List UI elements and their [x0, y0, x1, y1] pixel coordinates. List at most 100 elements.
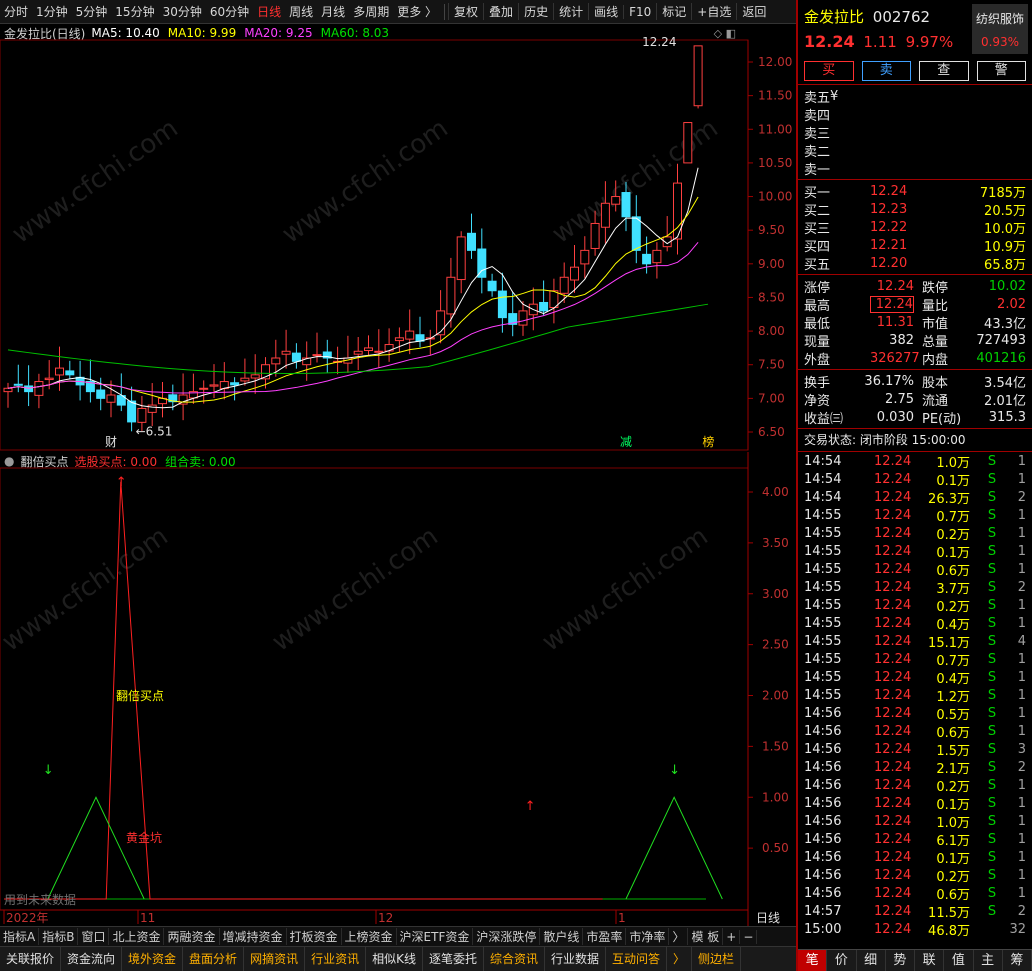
indicator-tab-0[interactable]: 指标A — [0, 928, 40, 945]
info-tab-7[interactable]: 逐笔委托 — [423, 946, 484, 971]
tick-volume: 1.2万 — [936, 689, 970, 705]
indicator-tab-9[interactable]: 沪深涨跌停 — [473, 928, 541, 945]
indicator-tab-13[interactable]: 〉 — [669, 928, 689, 945]
level-label: 卖一 — [804, 162, 831, 178]
period-toolbar: 分时 1分钟 5分钟 15分钟 30分钟 60分钟 日线 周线 月线 多周期 更多 〉复权 叠加 历史统… — [0, 0, 796, 24]
tool-button-1[interactable]: 叠加 — [483, 3, 518, 20]
tool-button-8[interactable]: 返回 — [736, 3, 771, 20]
indicator-tab-1[interactable]: 指标B — [39, 928, 79, 945]
stock-code: 002762 — [872, 8, 931, 26]
period-tab-6[interactable]: 日线 — [253, 3, 285, 20]
indicator-chart-panel[interactable]: ● 翻倍买点 选股买点: 0.00 组合卖: 0.00 4.00 3.50 3.00 2… — [0, 452, 796, 926]
candle-body — [642, 253, 652, 265]
indicator-tab-8[interactable]: 沪深ETF资金 — [397, 928, 474, 945]
tick-price: 12.24 — [874, 831, 912, 847]
indicator-tab-12[interactable]: 市净率 — [626, 928, 670, 945]
indicator-tab-16[interactable]: − — [740, 929, 758, 944]
info-tab-0[interactable]: 关联报价 — [0, 946, 62, 971]
info-tab-11[interactable]: 〉 — [667, 946, 693, 971]
period-tab-2[interactable]: 5分钟 — [72, 3, 112, 20]
tool-button-4[interactable]: 画线 — [588, 3, 623, 20]
info-tab-3[interactable]: 盘面分析 — [183, 946, 245, 971]
tick-row: 14:55 12.24 0.4万 S 1 — [804, 668, 1026, 687]
tick-time: 14:55 — [804, 597, 842, 613]
candle-body — [96, 389, 106, 399]
trade-button-1[interactable]: 卖 — [861, 61, 911, 81]
tick-side: S — [987, 777, 997, 793]
period-tab-4[interactable]: 30分钟 — [159, 3, 206, 20]
tick-price: 12.24 — [874, 759, 912, 775]
tick-side: S — [987, 633, 997, 649]
event-marker: 榜 — [702, 434, 714, 449]
period-tab-10[interactable]: 更多 〉 — [393, 3, 441, 20]
info-tab-2[interactable]: 境外资金 — [122, 946, 184, 971]
detail-tab-0[interactable]: 笔 — [798, 950, 828, 971]
tool-button-6[interactable]: 标记 — [656, 3, 691, 20]
indicator-tab-14[interactable]: 模 板 — [688, 928, 724, 945]
date-label: 12 — [378, 911, 393, 925]
detail-tab-5[interactable]: 值 — [944, 950, 974, 971]
price-tick-label: 6.50 — [758, 425, 785, 439]
tool-button-2[interactable]: 历史 — [518, 3, 553, 20]
level-price: 12.23 — [870, 201, 908, 217]
detail-tab-4[interactable]: 联 — [915, 950, 945, 971]
price-tick-label: 7.00 — [758, 391, 785, 405]
info-tab-1[interactable]: 资金流向 — [61, 946, 123, 971]
period-tab-9[interactable]: 多周期 — [349, 3, 393, 20]
tick-price: 12.24 — [874, 453, 912, 469]
trade-button-0[interactable]: 买 — [804, 61, 854, 81]
period-tab-8[interactable]: 月线 — [317, 3, 349, 20]
indicator-tab-4[interactable]: 两融资金 — [164, 928, 220, 945]
info-tab-10[interactable]: 互动问答 — [606, 946, 668, 971]
tick-list[interactable]: 14:54 12.24 1.0万 S 1 14:54 12.24 0.1万 S 1 14:54 12.… — [798, 452, 1032, 939]
tick-side: S — [987, 579, 997, 595]
period-tab-0[interactable]: 分时 — [0, 3, 32, 20]
tool-button-5[interactable]: F10 — [623, 4, 656, 19]
industry-badge[interactable]: 纺织服饰 0.93% — [972, 4, 1028, 54]
tool-button-3[interactable]: 统计 — [553, 3, 588, 20]
tool-button-0[interactable]: 复权 — [448, 3, 483, 20]
info-tab-5[interactable]: 行业资讯 — [305, 946, 367, 971]
tick-side: S — [987, 471, 997, 487]
period-tab-3[interactable]: 15分钟 — [111, 3, 158, 20]
indicator-tab-2[interactable]: 窗口 — [78, 928, 110, 945]
info-tab-9[interactable]: 行业数据 — [545, 946, 607, 971]
candle-body — [570, 266, 579, 281]
indicator-tab-7[interactable]: 上榜资金 — [342, 928, 397, 945]
indicator-tab-3[interactable]: 北上资金 — [109, 928, 165, 945]
detail-tab-6[interactable]: 主 — [974, 950, 1003, 971]
price-tick-label: 10.50 — [758, 156, 792, 170]
trade-button-3[interactable]: 警 — [976, 61, 1026, 81]
stat-row: 外盘 326277 内盘 401216 — [804, 349, 1026, 368]
indicator-tab-5[interactable]: 增减持资金 — [220, 928, 287, 945]
period-tab-7[interactable]: 周线 — [285, 3, 317, 20]
detail-tab-2[interactable]: 细 — [857, 950, 886, 971]
tick-price: 12.24 — [874, 651, 912, 667]
tool-button-7[interactable]: +自选 — [691, 3, 736, 20]
detail-tab-3[interactable]: 势 — [886, 950, 915, 971]
indicator-tab-11[interactable]: 市盈率 — [583, 928, 627, 945]
sell-level-row: 卖五 ¥ — [804, 87, 1026, 106]
info-tab-12[interactable]: 侧边栏 — [692, 946, 742, 971]
kline-chart-panel[interactable]: 金发拉比(日线) MA5: 10.40 MA10: 9.99 MA20: 9.25 M… — [0, 24, 796, 452]
tick-side: S — [987, 669, 997, 685]
stat-label: 涨停 — [804, 280, 831, 296]
level-price: 12.20 — [870, 255, 908, 271]
detail-tab-1[interactable]: 价 — [827, 950, 857, 971]
trade-button-2[interactable]: 查 — [919, 61, 969, 81]
tick-time: 14:55 — [804, 561, 842, 577]
indicator-tab-10[interactable]: 散户线 — [540, 928, 584, 945]
period-tab-1[interactable]: 1分钟 — [32, 3, 72, 20]
info-tab-8[interactable]: 综合资讯 — [484, 946, 545, 971]
tick-row: 14:57 12.24 11.5万 S 2 — [804, 902, 1026, 921]
info-tab-4[interactable]: 网摘资讯 — [244, 946, 306, 971]
candle-body — [631, 216, 641, 251]
indicator-tab-6[interactable]: 打板资金 — [287, 928, 342, 945]
trade-buttons: 买卖查警 — [798, 58, 1032, 84]
detail-tab-7[interactable]: 筹 — [1003, 950, 1032, 971]
info-tab-6[interactable]: 相似K线 — [366, 946, 423, 971]
period-tab-5[interactable]: 60分钟 — [206, 3, 253, 20]
tick-price: 12.24 — [874, 633, 912, 649]
candle-body — [539, 301, 549, 312]
indicator-tab-15[interactable]: + — [723, 929, 741, 944]
